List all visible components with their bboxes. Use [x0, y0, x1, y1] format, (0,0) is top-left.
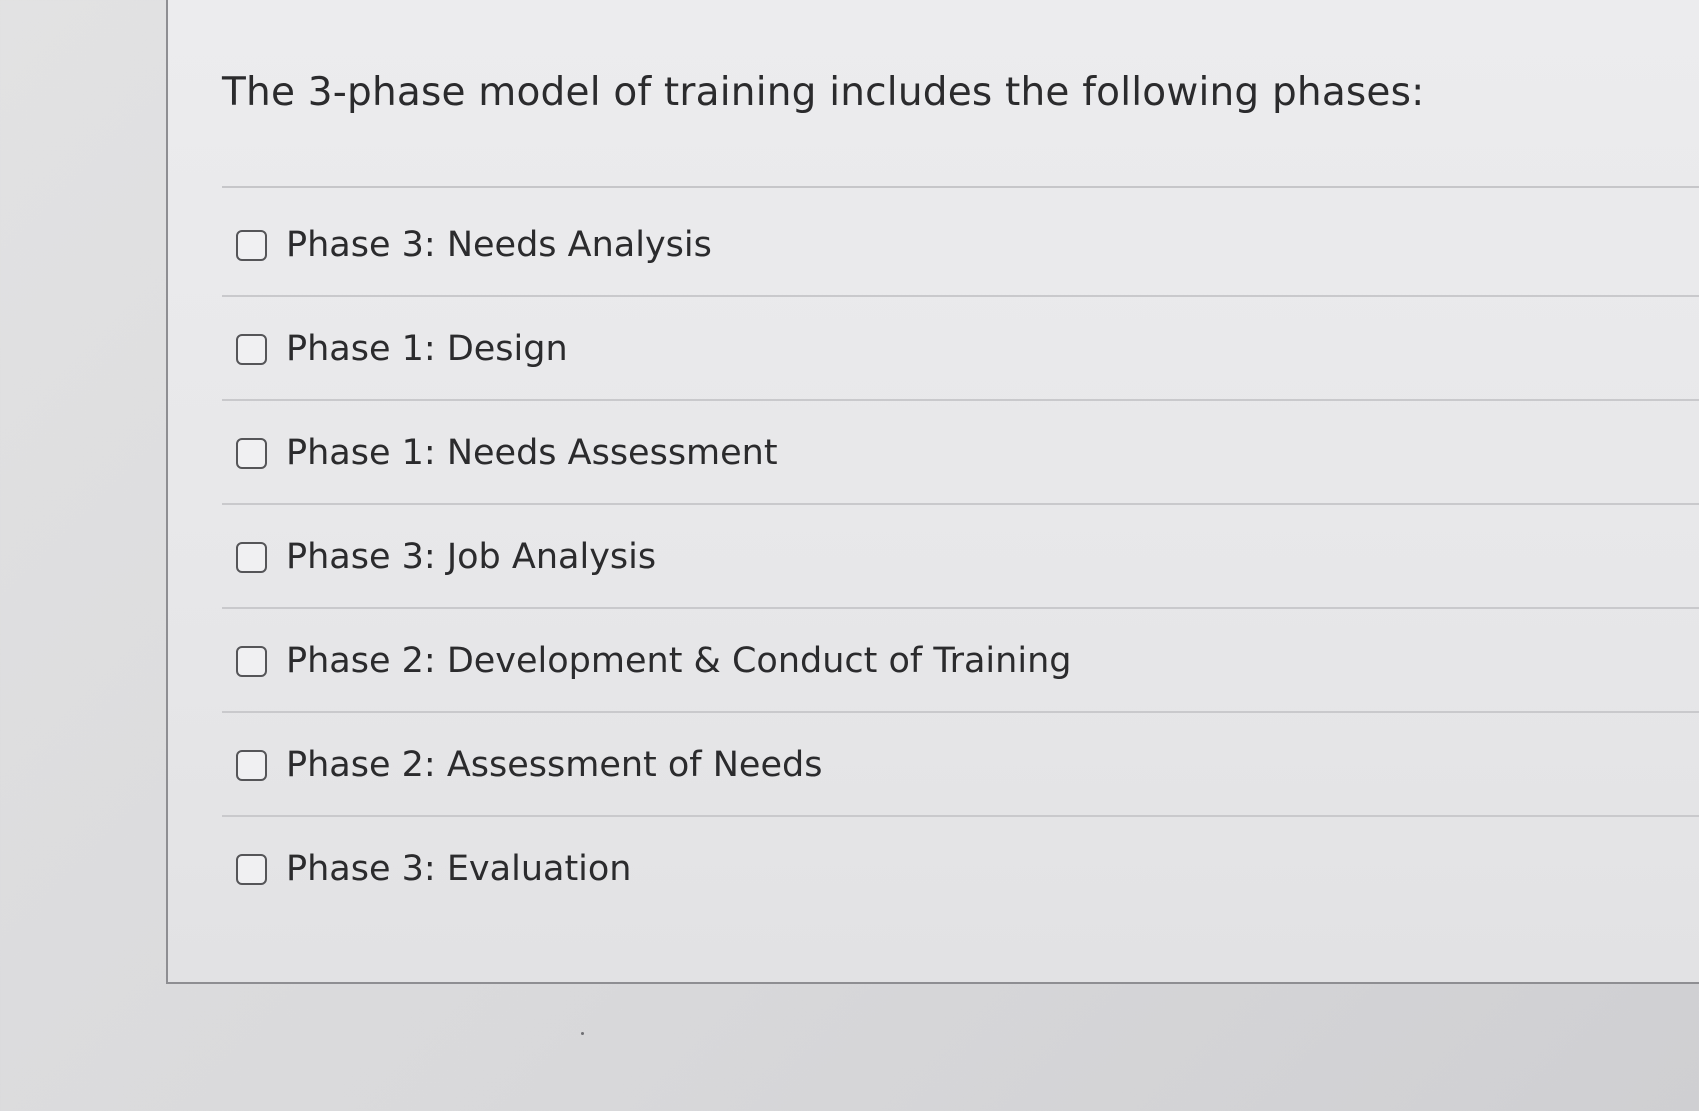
- answer-label: Phase 2: Development & Conduct of Traini…: [286, 641, 1072, 681]
- checkbox-icon[interactable]: [236, 229, 267, 261]
- answer-option[interactable]: Phase 3: Needs Analysis: [222, 193, 1699, 297]
- answer-label: Phase 3: Needs Analysis: [286, 225, 712, 265]
- checkbox-icon[interactable]: [236, 853, 267, 885]
- checkbox-icon[interactable]: [236, 749, 267, 781]
- answer-option[interactable]: Phase 1: Design: [222, 297, 1699, 401]
- answer-option[interactable]: Phase 1: Needs Assessment: [222, 401, 1699, 505]
- question-text: The 3-phase model of training includes t…: [222, 70, 1425, 115]
- answer-label: Phase 1: Needs Assessment: [286, 433, 778, 473]
- answer-label: Phase 3: Job Analysis: [286, 537, 657, 577]
- answer-label: Phase 2: Assessment of Needs: [286, 745, 823, 785]
- checkbox-icon[interactable]: [236, 645, 267, 677]
- checkbox-icon[interactable]: [236, 333, 267, 365]
- screen-dust-speck: [581, 1032, 584, 1035]
- answer-option[interactable]: Phase 2: Assessment of Needs: [222, 713, 1699, 817]
- checkbox-icon[interactable]: [236, 541, 267, 573]
- checkbox-icon[interactable]: [236, 437, 267, 469]
- answer-label: Phase 3: Evaluation: [286, 849, 632, 889]
- answer-label: Phase 1: Design: [286, 329, 568, 369]
- question-card: The 3-phase model of training includes t…: [166, 0, 1699, 984]
- answer-list: Phase 3: Needs Analysis Phase 1: Design …: [222, 193, 1699, 921]
- answer-option[interactable]: Phase 3: Evaluation: [222, 817, 1699, 921]
- question-divider: [222, 186, 1699, 188]
- answer-option[interactable]: Phase 2: Development & Conduct of Traini…: [222, 609, 1699, 713]
- answer-option[interactable]: Phase 3: Job Analysis: [222, 505, 1699, 609]
